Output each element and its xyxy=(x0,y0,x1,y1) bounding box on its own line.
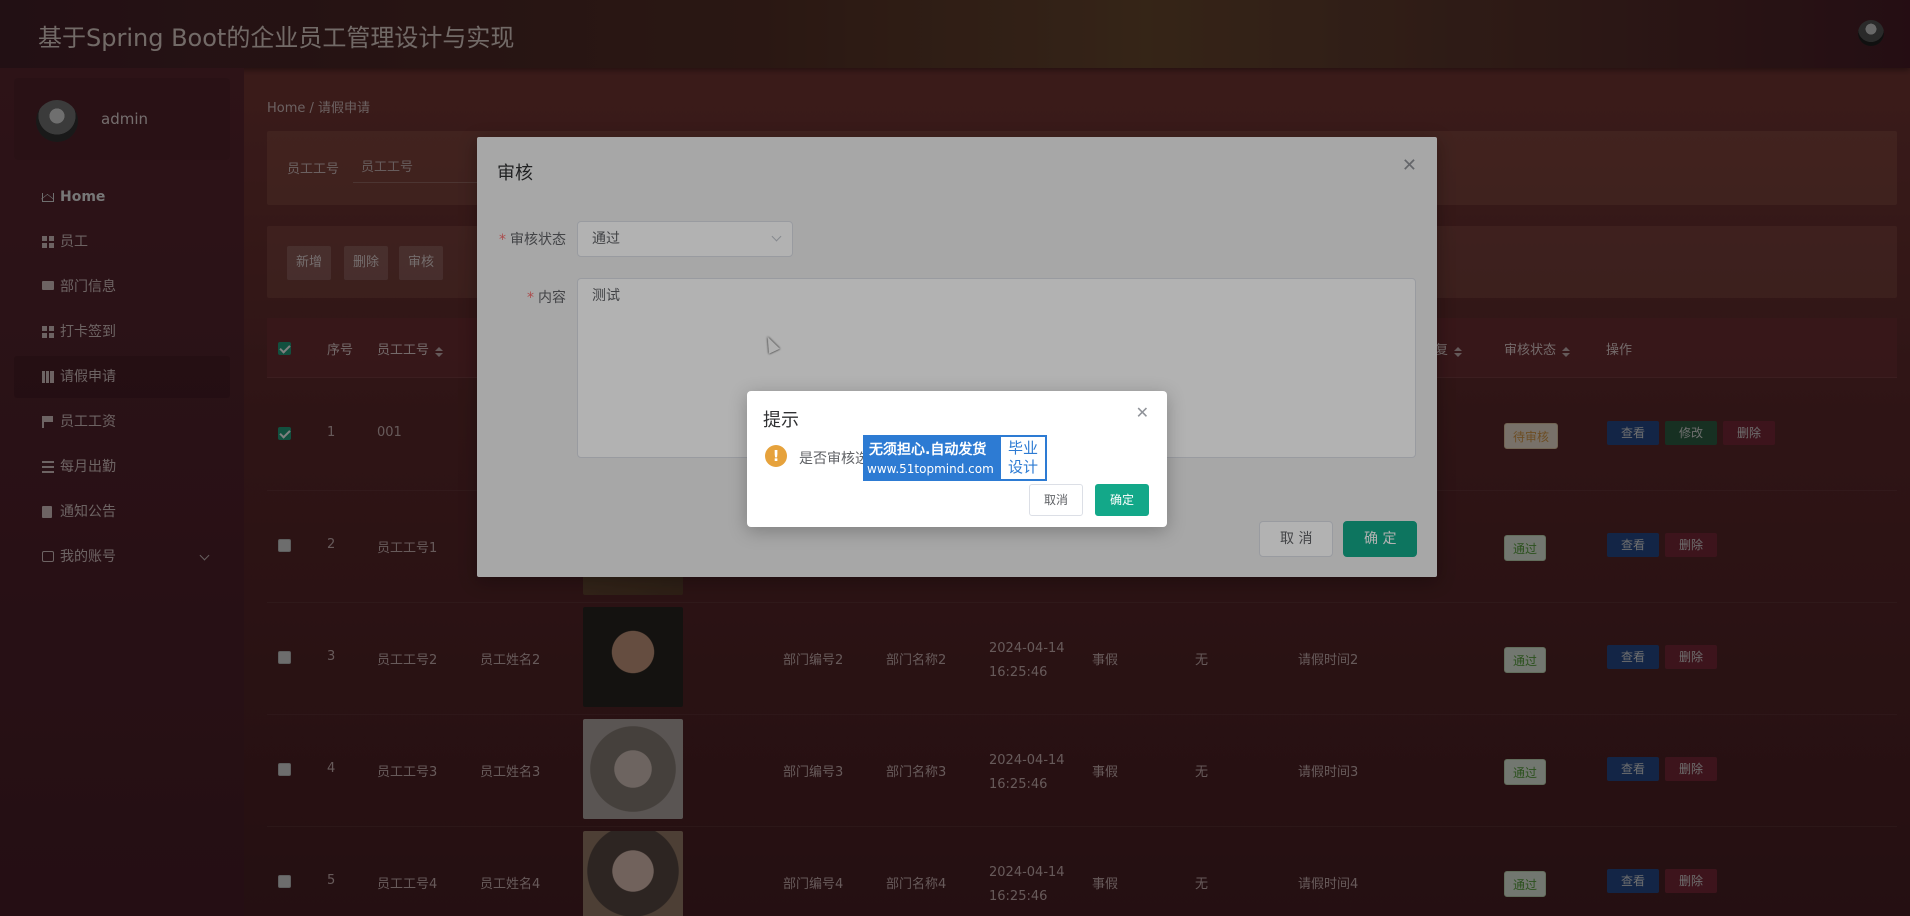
watermark-line1: 无须担心.自动发货 xyxy=(869,442,987,458)
watermark-left: 无须担心.自动发货 www.51topmind.com xyxy=(863,435,999,481)
watermark-right: 毕业 设计 xyxy=(999,435,1047,481)
message-confirm-button[interactable]: 确定 xyxy=(1095,484,1150,516)
watermark-line2: www.51topmind.com xyxy=(867,462,994,476)
close-icon[interactable]: ✕ xyxy=(1136,403,1149,422)
confirm-message-box: 提示 ✕ ! 是否审核选 无须担心.自动发货 www.51topmind.com… xyxy=(747,391,1167,527)
message-title: 提示 xyxy=(763,410,799,431)
message-cancel-button[interactable]: 取消 xyxy=(1029,484,1084,516)
message-text: 是否审核选 xyxy=(799,451,869,467)
watermark-badge: 无须担心.自动发货 www.51topmind.com 毕业 设计 xyxy=(863,435,1047,481)
warning-icon: ! xyxy=(765,445,787,467)
